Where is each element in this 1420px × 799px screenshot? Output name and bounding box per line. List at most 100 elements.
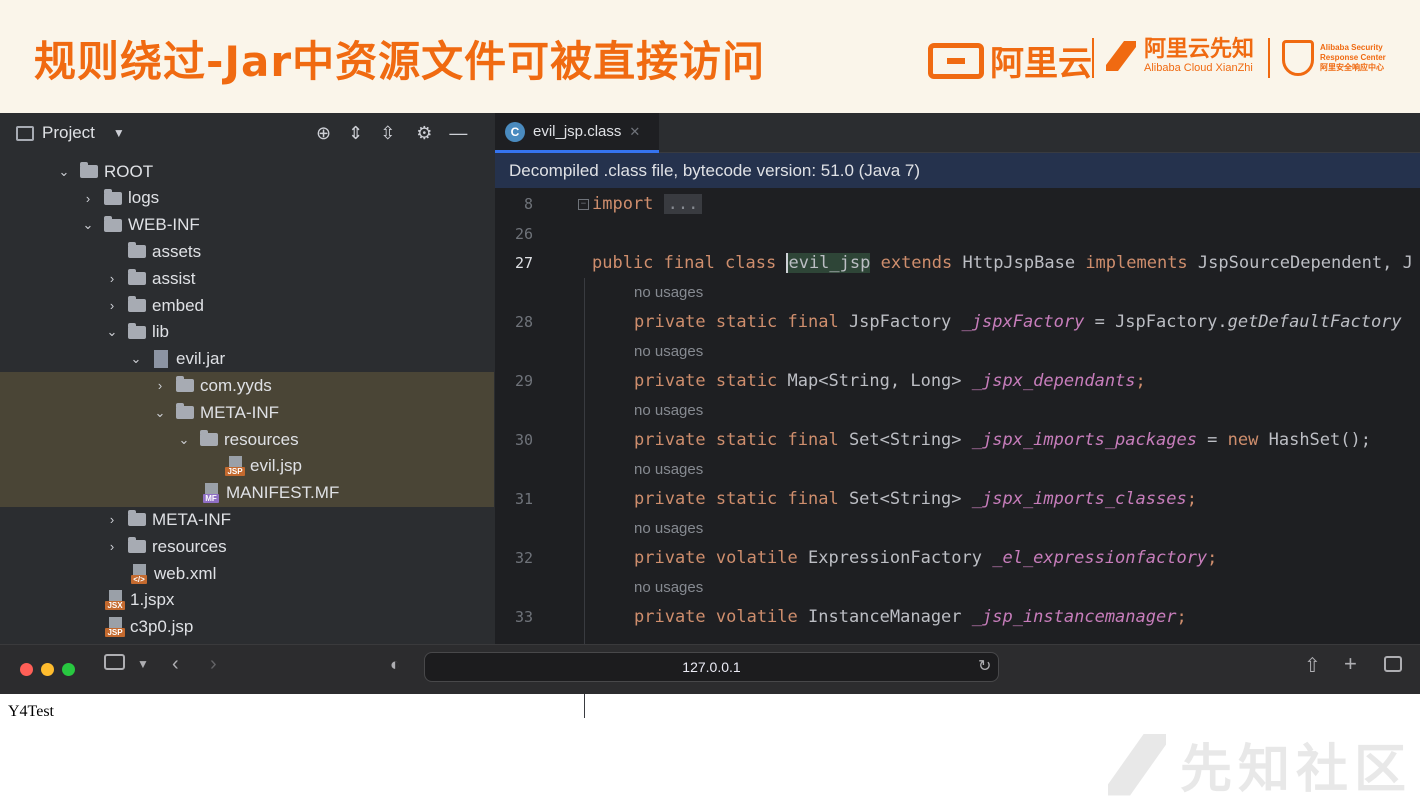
tree-item-label: lib [152, 322, 170, 342]
chevron-down-icon[interactable]: ▼ [113, 126, 125, 140]
folder-icon [104, 188, 122, 205]
tree-item[interactable]: JSP c3p0.jsp [0, 614, 494, 641]
code-type: InstanceManager [808, 607, 972, 627]
tree-item[interactable]: ⌄ WEB-INF [0, 212, 494, 239]
no-usages-hint[interactable]: no usages [634, 343, 703, 360]
no-usages-hint[interactable]: no usages [634, 284, 703, 301]
chevron-right-icon[interactable]: › [80, 191, 96, 206]
chevron-down-icon[interactable]: ⌄ [104, 324, 120, 340]
folder-icon [128, 242, 146, 259]
asrc-line2: Response Center [1320, 53, 1386, 62]
tree-item[interactable]: › META-INF [0, 506, 494, 533]
code-keyword: public final class [592, 253, 787, 273]
chevron-down-icon[interactable]: ⌄ [56, 164, 72, 180]
chevron-down-icon[interactable]: ⌄ [128, 351, 144, 367]
chevron-down-icon[interactable]: ⌄ [152, 405, 168, 421]
chevron-down-icon[interactable]: ▼ [137, 657, 149, 671]
code-field: _el_expressionfactory [992, 548, 1208, 568]
chevron-right-icon[interactable]: › [152, 378, 168, 393]
hide-panel-icon[interactable]: — [449, 123, 467, 144]
aliyun-logo-text: 阿里云 [990, 44, 1092, 84]
tree-item[interactable]: › com.yyds [0, 372, 494, 400]
no-usages-hint[interactable]: no usages [634, 402, 703, 419]
zoom-window-button[interactable] [62, 663, 75, 676]
close-icon[interactable]: ✕ [629, 124, 640, 140]
folder-icon [200, 430, 218, 446]
code-area[interactable]: 8 − import ... 26 27 public final class … [495, 188, 1420, 718]
usage-hint: no usages [495, 338, 1420, 368]
sidebar-icon[interactable] [104, 654, 125, 670]
privacy-shield-icon[interactable]: ◐ [390, 655, 400, 675]
line-number: 28 [514, 313, 533, 331]
code-type: Set<String> [848, 430, 972, 450]
close-window-button[interactable] [20, 663, 33, 676]
tree-item[interactable]: › logs [0, 185, 494, 212]
no-usages-hint[interactable]: no usages [634, 579, 703, 596]
chevron-right-icon[interactable]: › [104, 298, 120, 313]
tree-item[interactable]: ⌄ resources [0, 426, 494, 453]
watermark: 先知社区 [1108, 727, 1412, 799]
share-icon[interactable]: ⇧ [1304, 653, 1321, 678]
code-line: 26 [495, 220, 1420, 250]
tree-item[interactable]: ⌄ lib [0, 319, 494, 346]
tab-overview-icon[interactable] [1384, 656, 1402, 672]
minimize-window-button[interactable] [41, 663, 54, 676]
code-line: 33 private volatile InstanceManager _jsp… [495, 603, 1420, 633]
chevron-down-icon[interactable]: ⌄ [80, 217, 96, 233]
tree-item[interactable]: assets [0, 238, 494, 265]
code-keyword: private static final [634, 312, 849, 332]
tree-item-label: evil.jsp [250, 456, 302, 476]
reload-icon[interactable]: ↻ [978, 656, 991, 676]
tab-label: evil_jsp.class [533, 123, 622, 140]
tree-item[interactable]: › resources [0, 533, 494, 560]
code-keyword: extends [870, 253, 963, 273]
tree-item[interactable]: JSP evil.jsp [0, 452, 494, 480]
class-file-icon: C [505, 121, 525, 142]
tree-item[interactable]: ⌄ evil.jar [0, 346, 494, 373]
tree-item-label: 1.jspx [130, 590, 175, 610]
chevron-down-icon[interactable]: ⌄ [176, 432, 192, 448]
code-line: 32 private volatile ExpressionFactory _e… [495, 544, 1420, 574]
chevron-right-icon[interactable]: › [104, 271, 120, 286]
new-tab-icon[interactable]: + [1344, 651, 1357, 677]
project-view-selector[interactable]: Project [42, 123, 95, 143]
line-number: 30 [514, 431, 533, 449]
jar-icon [154, 350, 168, 369]
jspx-file-icon: JSX [104, 590, 126, 611]
chevron-right-icon[interactable]: › [104, 512, 120, 527]
tree-item-label: resources [152, 536, 227, 556]
fold-icon[interactable]: − [578, 199, 589, 210]
folder-icon [128, 296, 146, 312]
tree-item[interactable]: ⌄ ROOT [0, 158, 494, 185]
jsp-file-icon: JSP [104, 617, 126, 638]
class-name: evil_jsp [786, 253, 871, 273]
chevron-right-icon[interactable]: › [104, 539, 120, 554]
code-keyword: private static final [634, 489, 849, 509]
code-line: 28 private static final JspFactory _jspx… [495, 308, 1420, 338]
locate-icon[interactable]: ⊕ [316, 123, 331, 144]
line-number: 32 [514, 549, 533, 567]
tree-item[interactable]: MF MANIFEST.MF [0, 479, 494, 507]
tree-item[interactable]: › embed [0, 292, 494, 319]
address-bar[interactable]: 127.0.0.1 [424, 652, 999, 682]
line-number: 8 [523, 195, 533, 213]
folded-imports[interactable]: ... [663, 194, 703, 214]
forward-icon[interactable]: › [210, 653, 217, 676]
collapse-all-icon[interactable]: ⇳ [380, 123, 395, 144]
tree-item-label: resources [224, 429, 299, 449]
xianzhi-logo-cn: 阿里云先知 [1144, 37, 1255, 62]
gear-icon[interactable]: ⚙ [416, 123, 432, 144]
no-usages-hint[interactable]: no usages [634, 520, 703, 537]
asrc-line3: 阿里安全响应中心 [1320, 63, 1384, 72]
no-usages-hint[interactable]: no usages [634, 461, 703, 478]
usage-hint: no usages [495, 515, 1420, 545]
expand-all-icon[interactable]: ⇕ [348, 123, 363, 144]
tab-evil-jsp-class[interactable]: C evil_jsp.class ✕ [495, 113, 659, 153]
tree-item[interactable]: </> web.xml [0, 560, 494, 587]
back-icon[interactable]: ‹ [172, 653, 179, 676]
tree-item-label: assist [152, 268, 196, 288]
mf-file-icon: MF [200, 483, 222, 504]
tree-item[interactable]: ⌄ META-INF [0, 399, 494, 427]
tree-item[interactable]: › assist [0, 265, 494, 292]
tree-item[interactable]: JSX 1.jspx [0, 587, 494, 614]
